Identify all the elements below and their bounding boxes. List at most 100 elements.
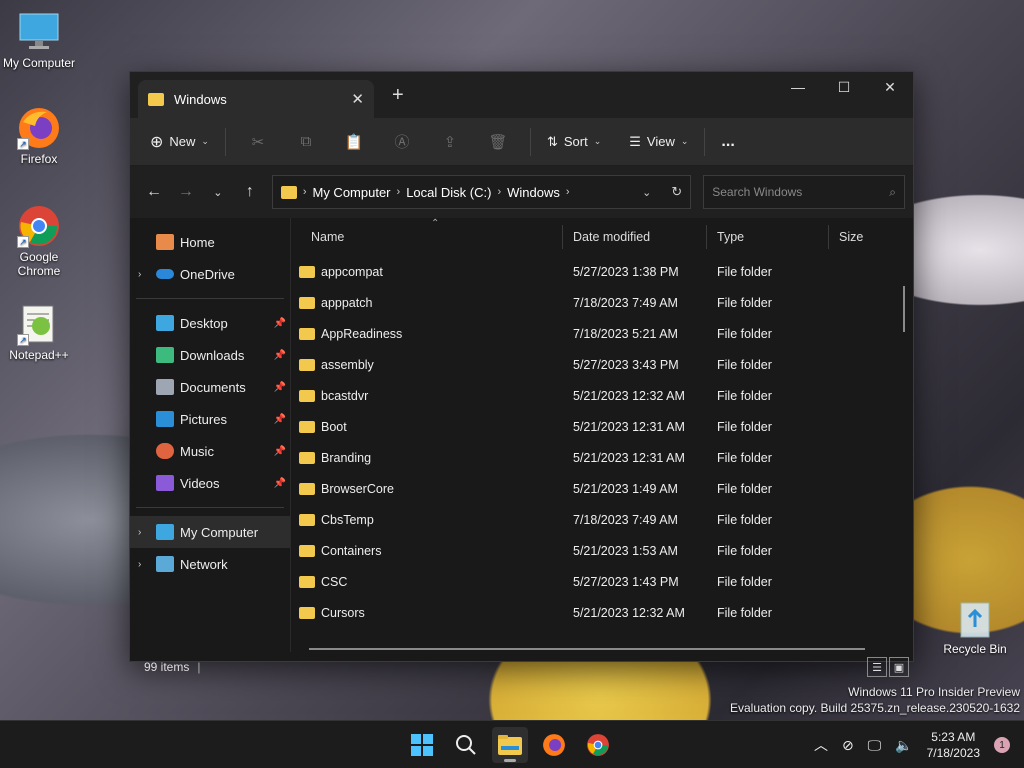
paste-icon[interactable]: 📋: [330, 133, 378, 151]
windows-logo-icon: [411, 734, 433, 756]
date-modified-cell: 5/21/2023 12:31 AM: [573, 419, 685, 434]
chevron-right-icon[interactable]: ›: [138, 527, 156, 538]
file-row[interactable]: Cursors 5/21/2023 12:32 AM File folder: [291, 597, 913, 628]
details-view-icon[interactable]: ☰: [867, 657, 887, 677]
nav-item-music[interactable]: Music 📌: [130, 435, 290, 467]
close-window-button[interactable]: ✕: [867, 72, 913, 102]
column-headers: ⌃ Name Date modified Type Size: [291, 218, 913, 256]
pin-icon: 📌: [273, 381, 286, 393]
column-header-size[interactable]: Size: [829, 225, 899, 249]
new-tab-button[interactable]: +: [392, 84, 404, 107]
file-row[interactable]: appcompat 5/27/2023 1:38 PM File folder: [291, 256, 913, 287]
tab-windows[interactable]: Windows ✕: [138, 80, 374, 118]
chevron-right-icon[interactable]: ›: [138, 559, 156, 570]
nav-item-documents[interactable]: Documents 📌: [130, 371, 290, 403]
nav-item-onedrive[interactable]: › OneDrive: [130, 258, 290, 290]
start-button[interactable]: [404, 727, 440, 763]
chevron-right-icon: ›: [497, 186, 502, 198]
file-name: Boot: [321, 419, 347, 434]
navigation-pane: Home › OneDrive Desktop 📌 Downloads 📌 Do…: [130, 218, 290, 652]
delete-icon[interactable]: 🗑: [474, 133, 522, 151]
column-header-date-modified[interactable]: Date modified: [563, 225, 707, 249]
breadcrumb-local-disk[interactable]: Local Disk (C:): [406, 185, 491, 200]
notification-badge[interactable]: 1: [994, 737, 1010, 753]
breadcrumb-my-computer[interactable]: My Computer: [312, 185, 390, 200]
file-row[interactable]: Branding 5/21/2023 12:31 AM File folder: [291, 442, 913, 473]
nav-label: Network: [180, 556, 228, 572]
copy-icon[interactable]: ⧉: [282, 133, 330, 150]
close-tab-icon[interactable]: ✕: [351, 90, 364, 108]
nav-item-pictures[interactable]: Pictures 📌: [130, 403, 290, 435]
taskbar-file-explorer[interactable]: [492, 727, 528, 763]
file-row[interactable]: AppReadiness 7/18/2023 5:21 AM File folder: [291, 318, 913, 349]
address-history-dropdown[interactable]: ⌄: [642, 186, 651, 199]
breadcrumb-windows[interactable]: Windows: [507, 185, 560, 200]
nav-item-videos[interactable]: Videos 📌: [130, 467, 290, 499]
column-header-name[interactable]: Name: [291, 225, 563, 249]
desktop-icon-label: Google Chrome: [17, 250, 61, 278]
taskbar-firefox[interactable]: [536, 727, 572, 763]
file-row[interactable]: Containers 5/21/2023 1:53 AM File folder: [291, 535, 913, 566]
tiles-view-icon[interactable]: ▣: [889, 657, 909, 677]
nav-item-network[interactable]: › Network: [130, 548, 290, 580]
column-header-type[interactable]: Type: [707, 225, 829, 249]
date-modified-cell: 5/27/2023 1:38 PM: [573, 264, 679, 279]
document-icon: [156, 379, 174, 395]
desktop-icon-recycle-bin[interactable]: Recycle Bin: [937, 596, 1013, 656]
up-button[interactable]: ↑: [234, 176, 266, 208]
recent-locations-button[interactable]: ⌄: [202, 176, 234, 208]
horizontal-scrollbar[interactable]: [309, 648, 865, 650]
watermark-build: Evaluation copy. Build 25375.zn_release.…: [730, 701, 1020, 715]
file-row[interactable]: bcastdvr 5/21/2023 12:32 AM File folder: [291, 380, 913, 411]
chevron-right-icon[interactable]: ›: [138, 269, 156, 280]
nav-item-my-computer[interactable]: › My Computer: [130, 516, 290, 548]
search-button[interactable]: [448, 727, 484, 763]
taskbar-chrome[interactable]: [580, 727, 616, 763]
desktop-icon-google-chrome[interactable]: ↗ Google Chrome: [1, 204, 77, 278]
file-row[interactable]: assembly 5/27/2023 3:43 PM File folder: [291, 349, 913, 380]
rename-icon[interactable]: Ⓐ: [378, 131, 426, 152]
folder-icon: [299, 420, 315, 433]
forward-button[interactable]: →: [170, 176, 202, 208]
type-cell: File folder: [717, 388, 772, 403]
back-button[interactable]: ←: [138, 176, 170, 208]
sort-icon: ⇅: [546, 133, 558, 149]
network-offline-icon[interactable]: ⊘: [842, 737, 854, 754]
view-button[interactable]: ☰ View ⌄: [621, 128, 696, 156]
divider: [704, 127, 706, 156]
nav-label: Videos: [180, 475, 220, 491]
clock[interactable]: 5:23 AM 7/18/2023: [927, 729, 980, 761]
file-row[interactable]: CbsTemp 7/18/2023 7:49 AM File folder: [291, 504, 913, 535]
file-name-cell: Branding: [291, 451, 563, 465]
search-placeholder: Search Windows: [712, 185, 803, 199]
desktop-icon-firefox[interactable]: ↗ Firefox: [1, 106, 77, 166]
file-name: Containers: [321, 543, 382, 558]
status-bar: 99 items | ☰ ▣: [130, 652, 913, 682]
file-row[interactable]: apppatch 7/18/2023 7:49 AM File folder: [291, 287, 913, 318]
nav-item-desktop[interactable]: Desktop 📌: [130, 307, 290, 339]
maximize-button[interactable]: ☐: [821, 72, 867, 102]
display-icon[interactable]: 🖵: [868, 737, 882, 754]
folder-icon: [148, 92, 164, 106]
volume-icon[interactable]: 🔈: [895, 737, 912, 754]
new-button[interactable]: ⊕ New ⌄: [142, 126, 217, 158]
search-icon: ⌕: [889, 184, 896, 199]
desktop-icon-my-computer[interactable]: My Computer: [1, 10, 77, 70]
sort-button[interactable]: ⇅ Sort ⌄: [539, 128, 609, 156]
file-row[interactable]: CSC 5/27/2023 1:43 PM File folder: [291, 566, 913, 597]
vertical-scrollbar[interactable]: [903, 286, 905, 332]
refresh-icon[interactable]: ↻: [671, 184, 682, 200]
desktop-icon-notepad-plus-plus[interactable]: ↗ Notepad++: [1, 302, 77, 362]
file-row[interactable]: BrowserCore 5/21/2023 1:49 AM File folder: [291, 473, 913, 504]
minimize-button[interactable]: —: [775, 72, 821, 102]
search-input[interactable]: Search Windows ⌕: [703, 175, 905, 209]
nav-item-home[interactable]: Home: [130, 226, 290, 258]
show-hidden-icons-chevron-icon[interactable]: ︿: [814, 735, 828, 755]
onedrive-icon: [156, 269, 174, 279]
cut-icon[interactable]: ✂: [234, 133, 282, 151]
address-bar[interactable]: › My Computer › Local Disk (C:) › Window…: [271, 175, 692, 209]
share-icon[interactable]: ⇪: [426, 133, 474, 151]
file-row[interactable]: Boot 5/21/2023 12:31 AM File folder: [291, 411, 913, 442]
more-options-button[interactable]: ...: [713, 127, 742, 157]
nav-item-downloads[interactable]: Downloads 📌: [130, 339, 290, 371]
